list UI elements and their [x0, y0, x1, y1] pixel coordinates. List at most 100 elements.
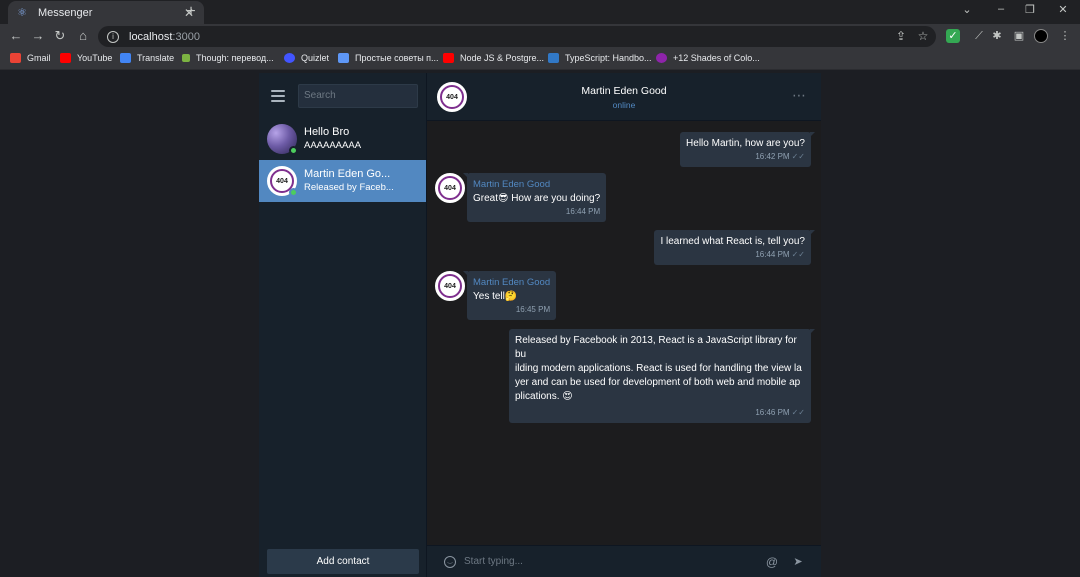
- site-info-icon[interactable]: i: [107, 30, 119, 43]
- bookmark-label: Gmail: [27, 53, 51, 63]
- chat-name: Hello Bro: [304, 126, 350, 138]
- message-incoming: Martin Eden Good Yes tell🤔 16:45 PM: [462, 271, 557, 320]
- tab-strip: ⚛ Messenger ✕ + ⌄ – ❐ ✕: [0, 0, 1080, 24]
- quizlet-icon: [284, 53, 295, 63]
- typescript-icon: [548, 53, 559, 63]
- side-panel-icon[interactable]: ▣: [1012, 29, 1026, 43]
- bookmark-label: Node JS & Postgre...: [460, 53, 545, 63]
- bookmark-though[interactable]: Though: перевод...: [182, 53, 274, 63]
- youtube-icon: [60, 53, 71, 63]
- chat-header: 404 Martin Eden Good online ⋯: [427, 73, 821, 121]
- chat-list-item-active[interactable]: 404 Martin Eden Go... Released by Faceb.…: [259, 160, 426, 202]
- share-icon[interactable]: ⇪: [894, 29, 908, 43]
- youtube-icon: [443, 53, 454, 63]
- react-icon: ⚛: [17, 6, 27, 19]
- more-options-icon[interactable]: ⋯: [792, 87, 807, 104]
- url-host: localhost: [129, 30, 173, 43]
- chat-pane: 404 Martin Eden Good online ⋯ Hello Mart…: [427, 73, 821, 577]
- message-text-line: plications. 😍: [515, 391, 573, 402]
- minimize-button[interactable]: –: [992, 3, 1010, 15]
- message-outgoing: Released by Facebook in 2013, React is a…: [509, 329, 815, 423]
- translate-icon: [120, 53, 131, 63]
- back-icon[interactable]: ←: [8, 28, 24, 44]
- bookmark-label: +12 Shades of Colo...: [673, 53, 760, 63]
- mention-icon[interactable]: @: [765, 555, 779, 569]
- tab-search-icon[interactable]: ⌄: [958, 3, 976, 16]
- message-composer: ‿ @ ➤: [427, 545, 821, 577]
- page-viewport: Hello Bro AAAAAAAAA 404 Martin Eden Go..…: [0, 70, 1080, 577]
- home-icon[interactable]: ⌂: [75, 28, 91, 44]
- bookmark-label: TypeScript: Handbo...: [565, 53, 652, 63]
- emoji-icon[interactable]: ‿: [444, 555, 456, 568]
- messenger-app: Hello Bro AAAAAAAAA 404 Martin Eden Go..…: [259, 73, 821, 577]
- bookmark-quizlet[interactable]: Quizlet: [284, 53, 329, 63]
- avatar: 404: [267, 166, 298, 197]
- read-ticks-icon: ✓✓: [791, 408, 805, 417]
- bookmark-shades-of-color[interactable]: +12 Shades of Colo...: [656, 53, 760, 63]
- search-input[interactable]: [298, 83, 418, 108]
- reload-icon[interactable]: ↻: [52, 28, 68, 44]
- message-list: Hello Martin, how are you? 16:42 PM ✓✓ 40…: [427, 121, 821, 545]
- sidebar-header: [259, 73, 426, 118]
- online-indicator: [289, 188, 298, 197]
- bookmark-label: Quizlet: [301, 53, 330, 63]
- url-port: :3000: [172, 30, 200, 43]
- bookmark-typescript[interactable]: TypeScript: Handbo...: [548, 53, 652, 63]
- chrome-menu-icon[interactable]: ⋮: [1058, 29, 1072, 43]
- message-text-line: yer and can be used for development of b…: [515, 377, 801, 388]
- message-text: Yes tell🤔: [473, 291, 518, 302]
- message-outgoing: Hello Martin, how are you? 16:42 PM ✓✓: [680, 132, 815, 167]
- message-input[interactable]: [464, 556, 765, 567]
- message-sender: Martin Eden Good: [473, 179, 551, 190]
- message-text-line: ilding modern applications. React is use…: [515, 363, 802, 374]
- add-contact-button[interactable]: Add contact: [267, 549, 419, 574]
- forward-icon[interactable]: →: [30, 28, 46, 44]
- message-outgoing: I learned what React is, tell you? 16:44…: [654, 230, 815, 265]
- avatar-text: 404: [438, 176, 462, 200]
- new-tab-button[interactable]: +: [182, 2, 200, 22]
- bookmark-gmail[interactable]: Gmail: [10, 53, 51, 63]
- online-indicator: [289, 146, 298, 155]
- close-window-button[interactable]: ✕: [1054, 3, 1072, 16]
- bookmark-prostye-sovety[interactable]: Простые советы п...: [338, 53, 439, 63]
- avatar-404: 404: [435, 173, 465, 203]
- extension-icon[interactable]: ⟋: [972, 29, 986, 43]
- hamburger-menu-icon[interactable]: [271, 89, 285, 102]
- extensions-puzzle-icon[interactable]: ✱: [990, 29, 1004, 43]
- address-bar[interactable]: i localhost :3000 ⇪ ☆: [98, 26, 936, 47]
- maximize-button[interactable]: ❐: [1021, 3, 1039, 16]
- message-time: 16:46 PM: [755, 408, 790, 417]
- message-text: Hello Martin, how are you?: [686, 138, 805, 149]
- bookmark-nodejs[interactable]: Node JS & Postgre...: [443, 53, 544, 63]
- bookmarks-bar: Gmail YouTube Translate Though: перевод.…: [0, 49, 1080, 70]
- chat-status: online: [612, 100, 636, 110]
- chat-last-message: AAAAAAAAA: [304, 140, 362, 151]
- message-incoming: Martin Eden Good Great😎 How are you doin…: [462, 173, 607, 222]
- message-time: 16:44 PM: [565, 207, 601, 216]
- bookmark-translate[interactable]: Translate: [120, 53, 174, 63]
- chat-list-item[interactable]: Hello Bro AAAAAAAAA: [259, 118, 426, 160]
- chat-title: Martin Eden Good: [581, 85, 667, 97]
- tab-title: Messenger: [38, 6, 93, 19]
- bookmark-icon: [656, 53, 667, 63]
- bookmark-youtube[interactable]: YouTube: [60, 53, 112, 63]
- bookmark-label: Translate: [137, 53, 175, 63]
- send-icon[interactable]: ➤: [791, 555, 805, 568]
- read-ticks-icon: ✓✓: [791, 250, 805, 259]
- bookmark-icon: [338, 53, 349, 63]
- profile-avatar[interactable]: [1034, 29, 1048, 43]
- bookmark-label: Простые советы п...: [355, 53, 439, 63]
- shield-extension-icon[interactable]: ✓: [946, 29, 960, 43]
- message-text: Great😎 How are you doing?: [473, 193, 601, 204]
- tab-messenger[interactable]: ⚛ Messenger ✕: [8, 1, 204, 24]
- message-time: 16:44 PM: [755, 250, 790, 259]
- bookmark-star-icon[interactable]: ☆: [916, 29, 930, 43]
- message-time: 16:42 PM: [755, 152, 790, 161]
- avatar: 404: [435, 271, 465, 301]
- browser-toolbar: ← → ↻ ⌂ i localhost :3000 ⇪ ☆ ✓ ⟋ ✱ ▣ ⋮: [0, 24, 1080, 49]
- message-text-line: Released by Facebook in 2013, React is a…: [515, 335, 797, 360]
- chat-name: Martin Eden Go...: [304, 168, 391, 180]
- avatar-404: 404: [435, 271, 465, 301]
- bookmark-label: Though: перевод...: [196, 53, 274, 63]
- gmail-icon: [10, 53, 21, 63]
